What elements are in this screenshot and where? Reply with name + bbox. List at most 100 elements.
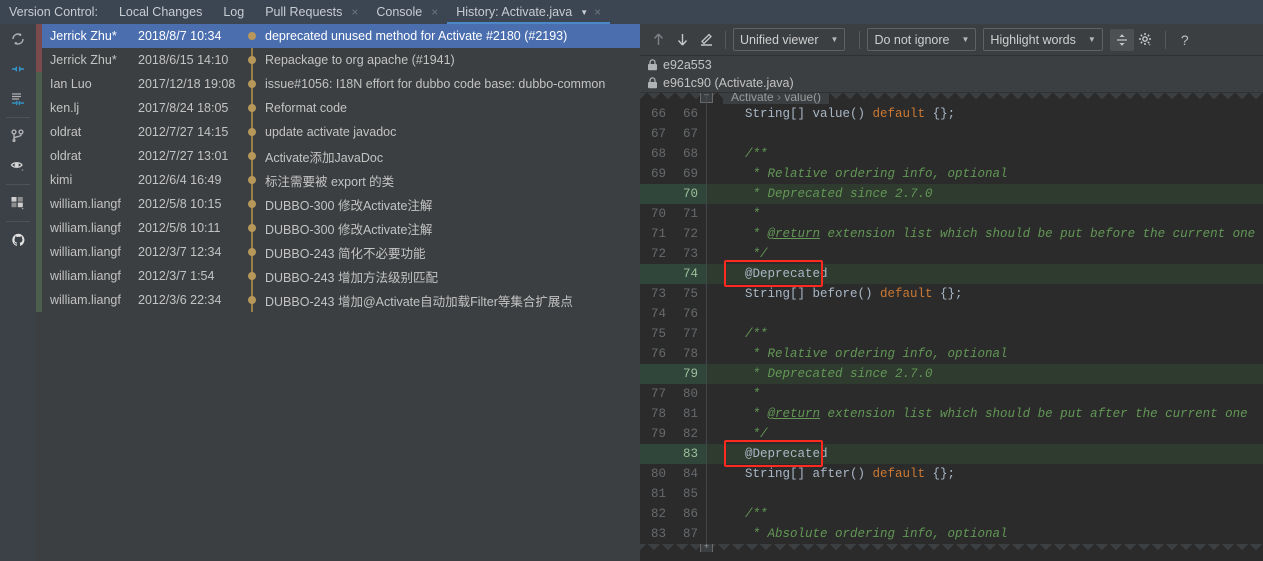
diff-line-context[interactable]: 78 81 * @return extension list which shou… [640, 404, 1263, 424]
tab-pull-requests[interactable]: Pull Requests × [256, 0, 367, 24]
diff-line-context[interactable]: 71 72 * @return extension list which shou… [640, 224, 1263, 244]
line-number-gutter: 78 81 [640, 404, 706, 424]
commit-date: 2018/8/7 10:34 [138, 29, 222, 43]
gear-icon[interactable] [1134, 29, 1158, 51]
code-token: {}; [925, 107, 956, 121]
close-icon[interactable]: × [588, 5, 601, 19]
revision-row-right[interactable]: e961c90 (Activate.java) [640, 74, 1263, 93]
table-row[interactable]: oldrat 2012/7/27 14:15 update activate jav… [42, 120, 640, 156]
highlight-mode-select[interactable]: Highlight words ▼ [983, 28, 1103, 51]
table-row[interactable]: Jerrick Zhu* 2018/8/7 10:34 deprecated unu… [42, 24, 640, 60]
tab-history-activate-java[interactable]: History: Activate.java ▼ × [447, 0, 611, 24]
viewer-mode-select[interactable]: Unified viewer ▼ [733, 28, 846, 51]
table-row[interactable]: william.liangf 2012/5/8 10:11 DUBBO-300 修改… [42, 216, 640, 252]
new-line-number: 77 [682, 327, 698, 341]
diff-line-context[interactable]: 74 76 [640, 304, 1263, 324]
line-source: String[] after() default {}; [707, 467, 1263, 481]
layout-icon[interactable] [0, 188, 36, 218]
github-icon[interactable] [0, 225, 36, 255]
previous-difference-icon[interactable] [646, 29, 670, 51]
expand-group-icon[interactable] [0, 84, 36, 114]
commit-author: oldrat [50, 149, 82, 163]
line-number-gutter: 76 78 [640, 344, 706, 364]
show-details-icon[interactable] [0, 151, 36, 181]
close-icon[interactable]: × [345, 5, 358, 19]
whitespace-select[interactable]: Do not ignore ▼ [867, 28, 977, 51]
edit-source-icon[interactable] [694, 29, 718, 51]
line-number-gutter: 73 75 [640, 284, 706, 304]
line-source: * [707, 207, 1263, 221]
help-icon[interactable]: ? [1173, 32, 1197, 48]
tab-bar: Version Control: Local Changes Log Pull … [0, 0, 1263, 24]
tab-label: Log [223, 5, 245, 19]
expand-region-icon[interactable]: + [700, 544, 713, 552]
code-diff-area[interactable]: + Activate › value() 66 66 String[] value… [640, 93, 1263, 552]
tab-console[interactable]: Console × [367, 0, 447, 24]
code-token: */ [715, 427, 768, 441]
diff-line-context[interactable]: 75 77 /** [640, 324, 1263, 344]
diff-line-context[interactable]: 72 73 */ [640, 244, 1263, 264]
commit-date: 2012/7/27 14:15 [138, 125, 229, 139]
line-source: * @return extension list which should be… [707, 227, 1263, 241]
diff-line-context[interactable]: 67 67 [640, 124, 1263, 144]
commit-date: 2012/5/8 10:15 [138, 197, 222, 211]
commit-date: 2017/12/18 19:08 [138, 77, 236, 91]
collapse-unchanged-fragments-icon[interactable] [1109, 28, 1134, 51]
line-number-gutter: 68 68 [640, 144, 706, 164]
diff-line-context[interactable]: 68 68 /** [640, 144, 1263, 164]
new-line-number: 83 [682, 447, 698, 461]
diff-line-context[interactable]: 76 78 * Relative ordering info, optional [640, 344, 1263, 364]
table-row[interactable]: Ian Luo 2017/12/18 19:08 issue#1056: I18N … [42, 72, 640, 108]
code-token: */ [715, 247, 768, 261]
code-token: default [880, 287, 933, 301]
diff-line-added[interactable]: 79 * Deprecated since 2.7.0 [640, 364, 1263, 384]
diff-line-context[interactable]: 66 66 String[] value() default {}; [640, 104, 1263, 124]
chevron-down-icon[interactable]: ▼ [575, 8, 588, 17]
tool-rail [0, 24, 36, 561]
diff-line-context[interactable]: 79 82 */ [640, 424, 1263, 444]
commit-list[interactable]: Jerrick Zhu* 2018/8/7 10:34 deprecated unu… [42, 24, 640, 312]
lock-icon [647, 77, 658, 89]
diff-line-context[interactable]: 83 87 * Absolute ordering info, optional [640, 524, 1263, 544]
table-row[interactable]: Jerrick Zhu* 2018/6/15 14:10 Repackage to … [42, 48, 640, 84]
diff-line-context[interactable]: 81 85 [640, 484, 1263, 504]
close-icon[interactable]: × [425, 5, 438, 19]
old-line-number: 69 [650, 167, 666, 181]
commit-message: DUBBO-243 增加方法级别匹配 [265, 270, 438, 285]
diff-line-list[interactable]: 66 66 String[] value() default {}; 67 67 68 6… [640, 104, 1263, 544]
revision-row-left[interactable]: e92a553 [640, 56, 1263, 74]
diff-line-context[interactable]: 82 86 /** [640, 504, 1263, 524]
table-row[interactable]: william.liangf 2012/3/7 1:54 DUBBO-243 增加方… [42, 264, 640, 300]
collapse-all-icon[interactable] [0, 54, 36, 84]
next-difference-icon[interactable] [670, 29, 694, 51]
tab-version-control[interactable]: Version Control: [0, 0, 110, 24]
diff-line-context[interactable]: 69 69 * Relative ordering info, optional [640, 164, 1263, 184]
diff-line-added[interactable]: 70 * Deprecated since 2.7.0 [640, 184, 1263, 204]
diff-line-added[interactable]: 74 @Deprecated [640, 264, 1263, 284]
table-row[interactable]: kimi 2012/6/4 16:49 标注需要被 export 的类 [42, 168, 640, 204]
diff-line-added[interactable]: 83 @Deprecated [640, 444, 1263, 464]
tab-local-changes[interactable]: Local Changes [110, 0, 214, 24]
collapsed-region-top[interactable]: + Activate › value() [640, 93, 1263, 104]
diff-line-context[interactable]: 77 80 * [640, 384, 1263, 404]
old-line-number: 66 [650, 107, 666, 121]
diff-line-context[interactable]: 80 84 String[] after() default {}; [640, 464, 1263, 484]
collapsed-region-bottom[interactable]: + [640, 544, 1263, 552]
table-row[interactable]: oldrat 2012/7/27 13:01 Activate添加JavaDoc [42, 144, 640, 180]
branches-icon[interactable] [0, 121, 36, 151]
table-row[interactable]: william.liangf 2012/3/7 12:34 DUBBO-243 简化… [42, 240, 640, 276]
commit-history-panel[interactable]: Jerrick Zhu* 2018/8/7 10:34 deprecated unu… [36, 24, 640, 561]
diff-line-context[interactable]: 73 75 String[] before() default {}; [640, 284, 1263, 304]
commit-date: 2012/7/27 13:01 [138, 149, 229, 163]
refresh-icon[interactable] [0, 24, 36, 54]
table-row[interactable]: william.liangf 2012/5/8 10:15 DUBBO-300 修改… [42, 192, 640, 228]
commit-message: update activate javadoc [265, 125, 397, 139]
new-line-number: 68 [682, 147, 698, 161]
code-token: * Absolute ordering info, optional [715, 527, 1008, 541]
rail-divider [6, 117, 30, 118]
tab-log[interactable]: Log [214, 0, 256, 24]
table-row[interactable]: ken.lj 2017/8/24 18:05 Reformat code [42, 96, 640, 132]
diff-line-context[interactable]: 70 71 * [640, 204, 1263, 224]
commit-message: Reformat code [265, 101, 347, 115]
table-row[interactable]: william.liangf 2012/3/6 22:34 DUBBO-243 增加… [42, 288, 640, 312]
